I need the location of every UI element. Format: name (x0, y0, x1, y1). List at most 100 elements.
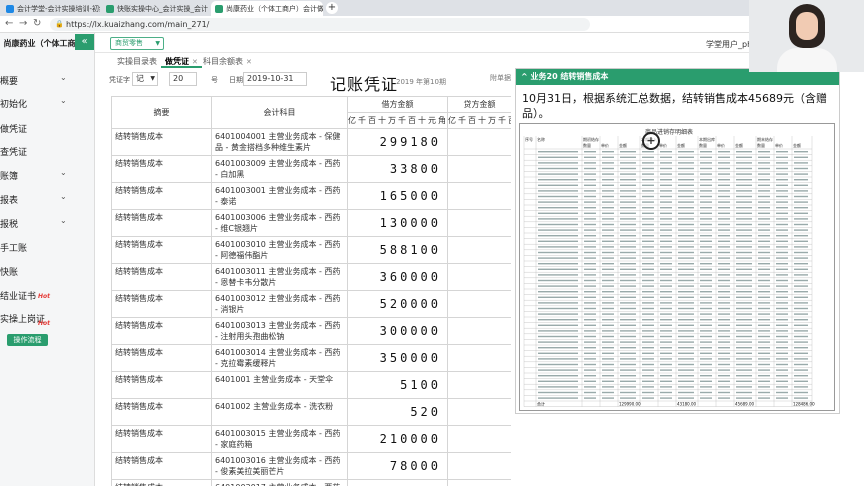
account-cell[interactable]: 6401002 主营业务成本 - 洗衣粉 (211, 398, 348, 426)
summary-cell[interactable]: 结转销售成本 (111, 344, 212, 372)
sidebar-item-reports[interactable]: 报表 ⌄ (0, 192, 73, 207)
account-cell[interactable]: 6401003011 主营业务成本 - 西药 - 恩替卡韦分散片 (211, 263, 348, 291)
credit-amount-cell[interactable] (447, 263, 511, 291)
summary-cell[interactable]: 结转销售成本 (111, 236, 212, 264)
credit-amount-cell[interactable] (447, 452, 511, 480)
tab-course-list[interactable]: 实操目录表 (113, 55, 161, 68)
summary-cell[interactable]: 结转销售成本 (111, 425, 212, 453)
sidebar-item-job-cert[interactable]: 实操上岗证 Hot (0, 312, 73, 327)
sidebar: 尚康药业（个体工商户） 概要 ⌄ 初始化 ⌄ 做凭证 查凭证 账簿 ⌄ 报表 ⌄… (0, 33, 95, 486)
browser-tab-2[interactable]: 快账实操中心_会计实操_会计做账 ✕ (102, 1, 208, 16)
summary-cell[interactable]: 结转销售成本 (111, 290, 212, 318)
sidebar-item-make-voucher[interactable]: 做凭证 (0, 122, 73, 136)
account-cell[interactable]: 6401003015 主营业务成本 - 西药 - 家庭药箱 (211, 425, 348, 453)
debit-amount-cell[interactable]: 5100 (347, 371, 448, 399)
reload-icon[interactable]: ↻ (33, 18, 41, 29)
presenter-body (777, 48, 837, 72)
forward-icon[interactable]: → (19, 18, 27, 29)
debit-amount-cell[interactable]: 33800 (347, 155, 448, 183)
summary-cell[interactable]: 结转销售成本 (111, 263, 212, 291)
credit-amount-cell[interactable] (447, 479, 511, 486)
account-cell[interactable]: 6401003016 主营业务成本 - 西药 - 俊素美拉美丽芒片 (211, 452, 348, 480)
account-cell[interactable]: 6401003012 主营业务成本 - 西药 - 消银片 (211, 290, 348, 318)
account-cell[interactable]: 6401003013 主营业务成本 - 西药 - 注射用头孢曲松钠 (211, 317, 348, 345)
voucher-number-input[interactable]: 20 (169, 72, 197, 86)
chevron-down-icon: ▼ (150, 75, 155, 82)
credit-amount-cell[interactable] (447, 128, 511, 156)
credit-amount-cell[interactable] (447, 290, 511, 318)
debit-amount-cell[interactable]: 165000 (347, 182, 448, 210)
account-cell[interactable]: 6401003001 主营业务成本 - 西药 - 泰诺 (211, 182, 348, 210)
inventory-sheet-image[interactable]: 商品进销存明细表 序号名称期初结存本期购入本期出库期末结存数量单价金额数量单价金… (519, 123, 835, 411)
credit-amount-cell[interactable] (447, 398, 511, 426)
debit-amount-cell[interactable]: 78000 (347, 452, 448, 480)
tab-account-balance[interactable]: 科目余额表 ✕ (199, 55, 256, 68)
chevron-down-icon: ⌄ (60, 96, 67, 105)
summary-cell[interactable]: 结转销售成本 (111, 155, 212, 183)
account-cell[interactable]: 6401003017 主营业务成本 - 西药 - 阿卡波糖片 (211, 479, 348, 486)
account-cell[interactable]: 6401003006 主营业务成本 - 西药 - 维C银翘片 (211, 209, 348, 237)
debit-amount-cell[interactable]: 588100 (347, 236, 448, 264)
credit-amount-cell[interactable] (447, 209, 511, 237)
debit-amount-cell[interactable]: 210000 (347, 425, 448, 453)
debit-amount-cell[interactable]: 360000 (347, 263, 448, 291)
account-cell[interactable]: 6401003009 主营业务成本 - 西药 - 白加黑 (211, 155, 348, 183)
browser-tab-bar: 会计学堂-会计实操培训-初级中级 ✕ 快账实操中心_会计实操_会计做账 ✕ 尚康… (0, 0, 864, 16)
close-icon[interactable]: ✕ (246, 58, 252, 66)
account-cell[interactable]: 6401001 主营业务成本 - 天堂伞 (211, 371, 348, 399)
browser-tab-1[interactable]: 会计学堂-会计实操培训-初级中级 ✕ (2, 1, 100, 16)
back-icon[interactable]: ← (5, 18, 13, 29)
debit-amount-cell[interactable]: 350000 (347, 344, 448, 372)
voucher-type-select[interactable]: 记 ▼ (132, 72, 158, 86)
sidebar-item-tax[interactable]: 报税 ⌄ (0, 216, 73, 231)
zoom-in-icon[interactable]: + (642, 132, 660, 150)
debit-amount-cell[interactable]: 130000 (347, 209, 448, 237)
credit-amount-cell[interactable] (447, 155, 511, 183)
sidebar-item-query-voucher[interactable]: 查凭证 (0, 145, 73, 159)
sidebar-item-certificate[interactable]: 结业证书 Hot (0, 289, 73, 303)
debit-amount-cell[interactable]: 520 (347, 398, 448, 426)
sidebar-item-init[interactable]: 初始化 ⌄ (0, 96, 73, 111)
debit-header: 借方金额 (347, 96, 448, 113)
account-cell[interactable]: 6401003010 主营业务成本 - 西药 - 阿德福伟酯片 (211, 236, 348, 264)
debit-amount-cell[interactable]: 299180 (347, 128, 448, 156)
account-cell[interactable]: 6401004001 主营业务成本 - 保健品 - 黄金搭档多种维生素片 (211, 128, 348, 156)
industry-select[interactable]: 商贸零售 ▼ (110, 37, 164, 50)
summary-cell[interactable]: 结转销售成本 (111, 371, 212, 399)
date-input[interactable]: 2019-10-31 (243, 72, 307, 86)
account-cell[interactable]: 6401003014 主营业务成本 - 西药 - 克拉霉素缓释片 (211, 344, 348, 372)
sheet-total-value: 45689.00 (735, 402, 755, 407)
new-tab-button[interactable]: + (326, 2, 338, 14)
sidebar-item-manual[interactable]: 手工账 (0, 241, 73, 255)
sheet-header-cell: 序号 (525, 136, 533, 142)
chevron-down-icon: ⌄ (60, 73, 67, 82)
summary-cell[interactable]: 结转销售成本 (111, 209, 212, 237)
summary-cell[interactable]: 结转销售成本 (111, 317, 212, 345)
sidebar-item-quick[interactable]: 快账 (0, 265, 73, 279)
sidebar-item-ledger[interactable]: 账簿 ⌄ (0, 168, 73, 183)
credit-amount-cell[interactable] (447, 182, 511, 210)
sidebar-item-overview[interactable]: 概要 ⌄ (0, 73, 73, 88)
close-icon[interactable]: ✕ (192, 58, 198, 66)
summary-cell[interactable]: 结转销售成本 (111, 452, 212, 480)
browser-tab-3[interactable]: 尚康药业（个体工商户）会计做账 ✕ (211, 1, 323, 16)
collapse-sidebar-button[interactable]: « (75, 34, 94, 50)
credit-amount-cell[interactable] (447, 425, 511, 453)
process-flow-button[interactable]: 操作流程 (7, 334, 48, 346)
credit-amount-cell[interactable] (447, 236, 511, 264)
tab-label: 实操目录表 (117, 57, 157, 66)
url-field[interactable]: 🔒 https://lx.kuaizhang.com/main_271/ (50, 18, 590, 31)
sheet-total-value: 129990.00 (619, 402, 641, 407)
summary-cell[interactable]: 结转销售成本 (111, 398, 212, 426)
tab-make-voucher[interactable]: 做凭证 ✕ (161, 55, 202, 68)
summary-cell[interactable]: 结转销售成本 (111, 128, 212, 156)
debit-amount-cell[interactable]: 41200 (347, 479, 448, 486)
credit-amount-cell[interactable] (447, 344, 511, 372)
summary-cell[interactable]: 结转销售成本 (111, 479, 212, 486)
summary-cell[interactable]: 结转销售成本 (111, 182, 212, 210)
credit-amount-cell[interactable] (447, 371, 511, 399)
sidebar-item-label: 报表 (0, 196, 19, 206)
credit-amount-cell[interactable] (447, 317, 511, 345)
debit-amount-cell[interactable]: 300000 (347, 317, 448, 345)
debit-amount-cell[interactable]: 520000 (347, 290, 448, 318)
